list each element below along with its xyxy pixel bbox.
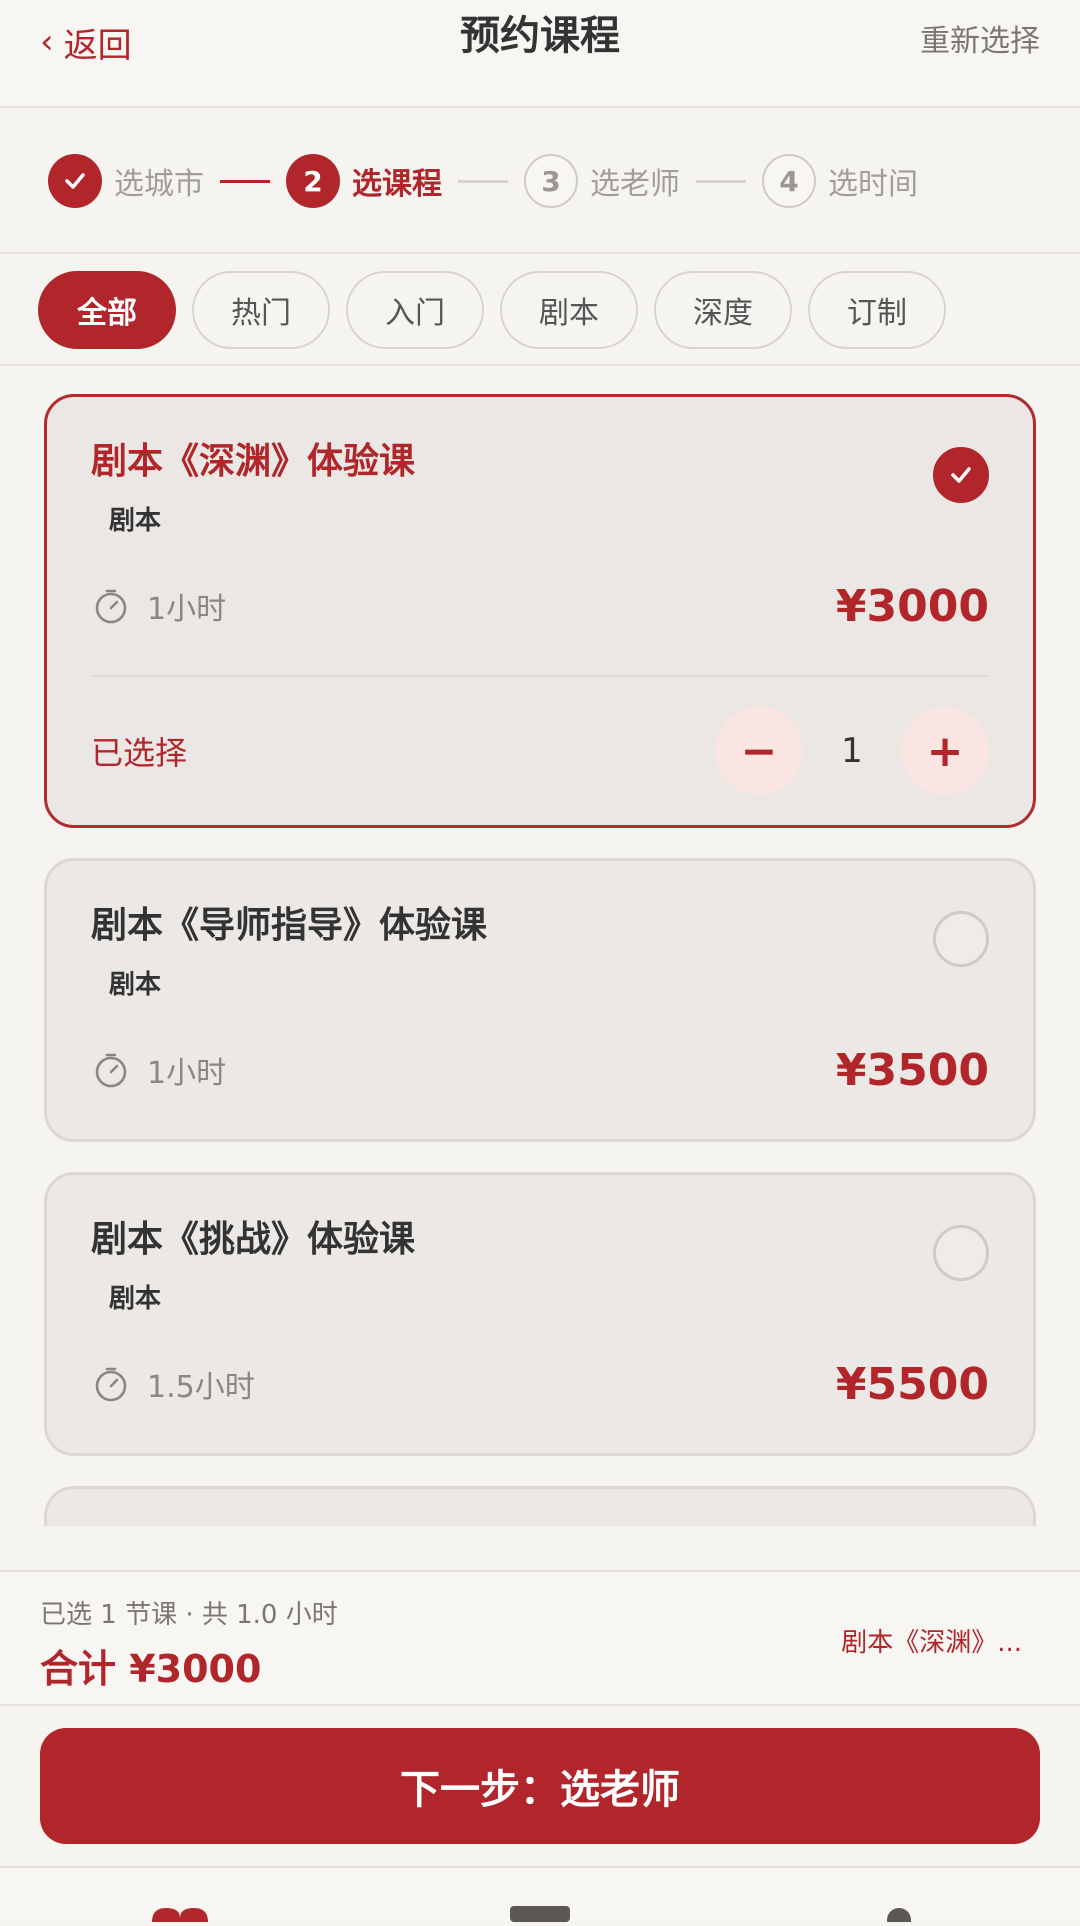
check-icon[interactable] [933,447,989,503]
filter-chip-hot[interactable]: 热门 [192,271,330,349]
page-title: 预约课程 [460,13,620,59]
course-tag: 剧本 [109,970,162,1000]
step-connector [696,179,746,183]
home-tab-icon[interactable] [148,1904,212,1926]
quantity-value: 1 [841,731,863,771]
course-list: 剧本《深渊》体验课 剧本 1小时 ¥3000 已选择 − 1 + 剧本《导师指导… [44,394,1036,1526]
summary-course[interactable]: 剧本《深渊》... [841,1622,1022,1659]
step-label: 选城市 [114,167,204,202]
course-card-peek[interactable] [44,1486,1036,1526]
course-title: 剧本《深渊》体验课 [91,441,416,482]
step-number: 4 [762,154,816,208]
course-card[interactable]: 剧本《挑战》体验课 剧本 1.5小时 ¥5500 [44,1172,1036,1456]
stopwatch-icon [91,586,131,626]
stopwatch-icon [91,1050,131,1090]
order-summary: 已选 1 节课 · 共 1.0 小时 合计 ¥3000 剧本《深渊》... [0,1570,1080,1706]
filter-chip-all[interactable]: 全部 [38,271,176,349]
course-price: ¥3500 [835,1044,989,1096]
reset-button[interactable]: 重新选择 [920,12,1040,72]
tab-bar [0,1866,1080,1926]
summary-info: 已选 1 节课 · 共 1.0 小时 [40,1600,338,1630]
filter-chip-beginner[interactable]: 入门 [346,271,484,349]
step-course: 2 选课程 [286,154,442,208]
step-number: 2 [286,154,340,208]
step-connector [458,179,508,183]
increase-button[interactable]: + [901,707,989,795]
course-title: 剧本《挑战》体验课 [91,1219,416,1260]
course-meta: 1小时 ¥3500 [91,1025,989,1115]
course-price: ¥5500 [835,1358,989,1410]
course-duration: 1小时 [91,1048,226,1092]
duration-text: 1小时 [147,1056,227,1091]
radio-button[interactable] [933,1225,989,1281]
step-label: 选老师 [590,167,680,202]
duration-text: 1小时 [147,592,227,627]
decrease-button[interactable]: − [715,707,803,795]
step-label: 选课程 [352,167,442,202]
step-indicator: 选城市 2 选课程 3 选老师 4 选时间 [0,110,1080,254]
filter-chips: 全部 热门 入门 剧本 深度 订制 [0,256,1080,366]
course-card-footer: 已选择 − 1 + [91,675,989,825]
radio-button[interactable] [933,911,989,967]
step-number: 3 [524,154,578,208]
course-card[interactable]: 剧本《深渊》体验课 剧本 1小时 ¥3000 已选择 − 1 + [44,394,1036,828]
course-meta: 1小时 ¥3000 [91,561,989,651]
course-duration: 1小时 [91,584,226,628]
calendar-tab-icon[interactable] [508,1904,572,1926]
filter-chip-custom[interactable]: 订制 [808,271,946,349]
step-city: 选城市 [48,154,204,208]
filter-chip-deep[interactable]: 深度 [654,271,792,349]
filter-chip-script[interactable]: 剧本 [500,271,638,349]
step-label: 选时间 [828,167,918,202]
header: ‹ 返回 预约课程 重新选择 [0,0,1080,108]
step-teacher: 3 选老师 [524,154,680,208]
selected-label: 已选择 [91,734,188,772]
course-duration: 1.5小时 [91,1362,255,1406]
profile-tab-icon[interactable] [884,1904,914,1926]
course-tag: 剧本 [109,1284,162,1314]
course-meta: 1.5小时 ¥5500 [91,1339,989,1429]
quantity-stepper: − 1 + [715,707,989,795]
course-title: 剧本《导师指导》体验课 [91,905,488,946]
course-price: ¥3000 [835,580,989,632]
duration-text: 1.5小时 [147,1370,255,1405]
course-card[interactable]: 剧本《导师指导》体验课 剧本 1小时 ¥3500 [44,858,1036,1142]
step-time: 4 选时间 [762,154,918,208]
summary-total: 合计 ¥3000 [40,1647,262,1691]
stopwatch-icon [91,1364,131,1404]
next-step-button[interactable]: 下一步：选老师 [40,1728,1040,1844]
step-connector [220,179,270,183]
course-tag: 剧本 [109,506,162,536]
check-icon [48,154,102,208]
